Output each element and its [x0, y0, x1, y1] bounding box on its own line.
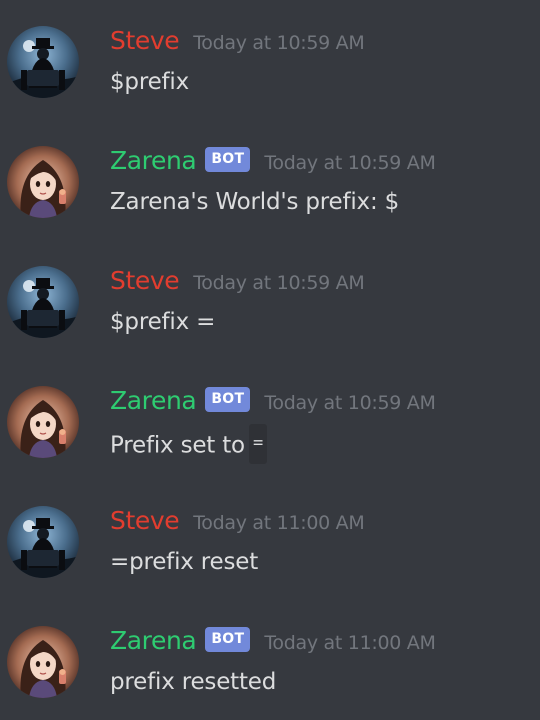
zarena-avatar-icon[interactable] — [7, 386, 79, 458]
bot-tag: BOT — [205, 386, 251, 412]
message-timestamp[interactable]: Today at 10:59 AM — [193, 272, 365, 294]
message-header: Steve Today at 10:59 AM — [110, 26, 365, 56]
message-text: Prefix set to — [110, 432, 245, 459]
message-header: Zarena BOT Today at 10:59 AM — [110, 386, 436, 416]
message-content: $prefix = — [110, 306, 215, 338]
message-header: Zarena BOT Today at 11:00 AM — [110, 626, 436, 656]
message-content: prefix resetted — [110, 666, 276, 698]
steve-avatar-icon[interactable] — [7, 26, 79, 98]
message-timestamp[interactable]: Today at 10:59 AM — [264, 392, 436, 414]
message-timestamp[interactable]: Today at 10:59 AM — [264, 152, 436, 174]
username[interactable]: Zarena — [110, 386, 197, 416]
zarena-avatar-icon[interactable] — [7, 146, 79, 218]
message-header: Steve Today at 11:00 AM — [110, 506, 365, 536]
chat-log: Steve Today at 10:59 AM $prefix Zarena BOT To… — [0, 0, 540, 720]
message-item: Steve Today at 11:00 AM =prefix reset — [0, 480, 540, 580]
username[interactable]: Steve — [110, 506, 180, 536]
message-timestamp[interactable]: Today at 11:00 AM — [264, 632, 436, 654]
message-item: Steve Today at 10:59 AM $prefix = — [0, 240, 540, 340]
message-content: Zarena's World's prefix: $ — [110, 186, 399, 218]
message-item: Steve Today at 10:59 AM $prefix — [0, 0, 540, 100]
username[interactable]: Zarena — [110, 626, 197, 656]
message-content: Prefix set to = — [110, 424, 267, 466]
message-header: Zarena BOT Today at 10:59 AM — [110, 146, 436, 176]
message-item: Zarena BOT Today at 10:59 AM Zarena's World… — [0, 120, 540, 220]
message-item: Zarena BOT Today at 10:59 AM Prefix set to = — [0, 360, 540, 464]
message-item: Zarena BOT Today at 11:00 AM prefix resette… — [0, 600, 540, 700]
message-text: Zarena's World's prefix: $ — [110, 189, 400, 215]
zarena-avatar-icon[interactable] — [7, 626, 79, 698]
message-text: =prefix reset — [110, 549, 259, 575]
steve-avatar-icon[interactable] — [7, 506, 79, 578]
username[interactable]: Steve — [110, 266, 180, 296]
bot-tag: BOT — [205, 146, 251, 172]
bot-tag: BOT — [205, 626, 251, 652]
username[interactable]: Steve — [110, 26, 180, 56]
steve-avatar-icon[interactable] — [7, 266, 79, 338]
message-text: $prefix = — [110, 309, 216, 335]
message-content: $prefix — [110, 66, 189, 98]
message-text: prefix resetted — [110, 669, 277, 695]
message-content: =prefix reset — [110, 546, 258, 578]
message-timestamp[interactable]: Today at 10:59 AM — [193, 32, 365, 54]
message-timestamp[interactable]: Today at 11:00 AM — [193, 512, 365, 534]
message-header: Steve Today at 10:59 AM — [110, 266, 365, 296]
username[interactable]: Zarena — [110, 146, 197, 176]
inline-code: = — [248, 424, 267, 464]
message-text: $prefix — [110, 69, 190, 95]
